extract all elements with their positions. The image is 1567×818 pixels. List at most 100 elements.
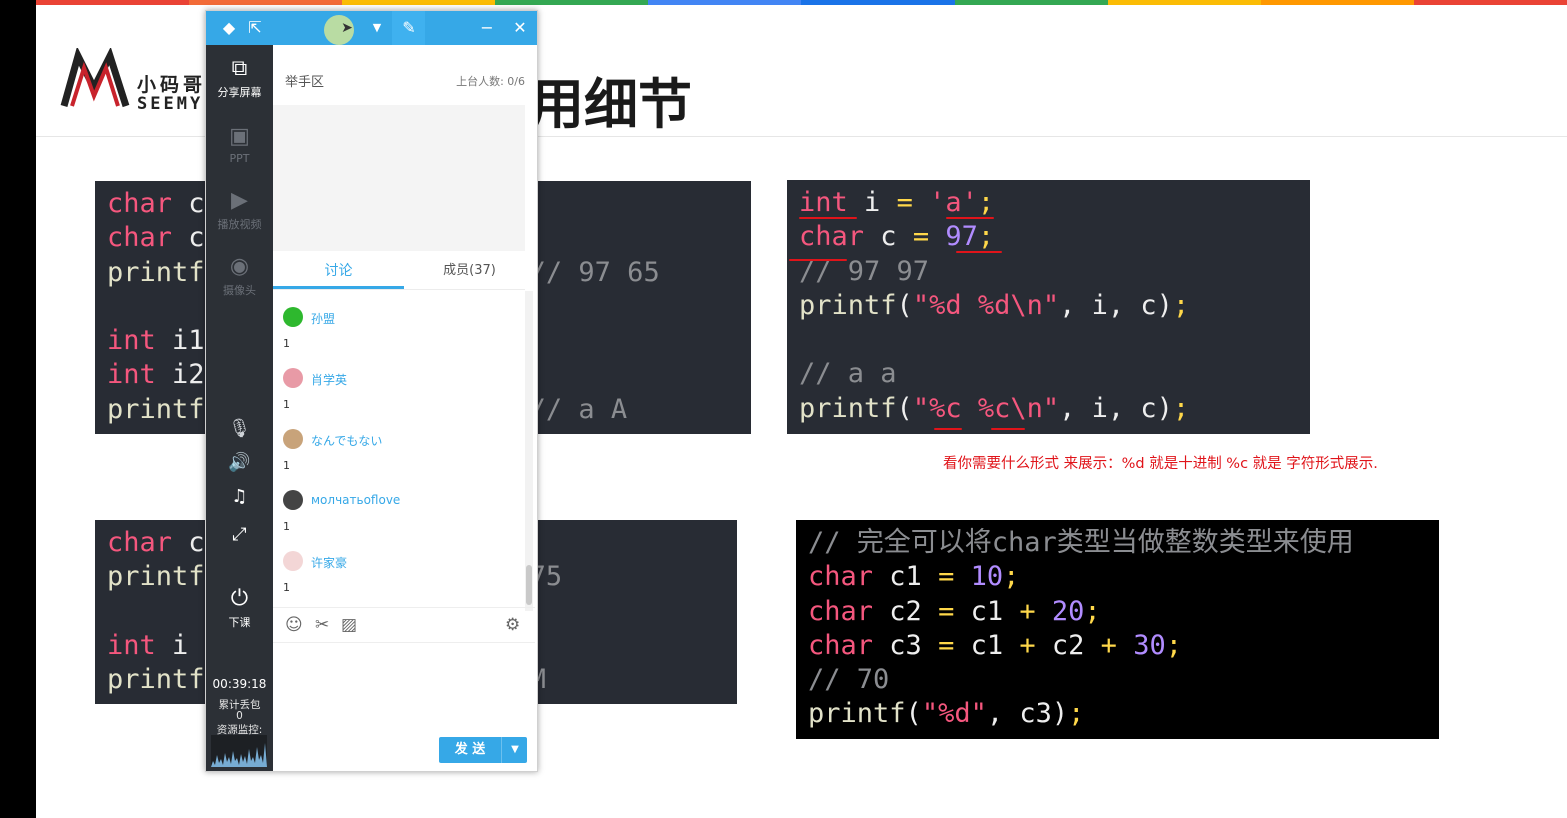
tab-discussion[interactable]: 讨论: [273, 253, 404, 289]
panel-titlebar[interactable]: ◆ ⇱ ➤ ▼ ✎ − ✕: [206, 11, 537, 45]
message-author[interactable]: молчатьoflove: [311, 493, 400, 507]
pin-icon[interactable]: ✎: [398, 18, 420, 38]
speaker-button[interactable]: 🔊: [206, 451, 273, 478]
code-token: i: [847, 187, 897, 218]
rainbow-segment: [801, 0, 955, 5]
input-toolbar: ☺ ✂ ▨ ⚙: [273, 607, 535, 643]
code-line: char c2 = c1 + 20;: [808, 595, 1427, 629]
code-token: c1: [954, 629, 1020, 661]
code-token: =: [896, 187, 913, 218]
send-options-dropdown[interactable]: ▼: [501, 737, 528, 763]
end-class-label: 下课: [228, 616, 251, 629]
code-line: char c1 = 10;: [808, 560, 1427, 594]
code-token: c: [172, 188, 205, 219]
annotation-underline: [946, 217, 994, 219]
avatar[interactable]: [283, 429, 303, 449]
rainbow-segment: [1260, 0, 1414, 5]
code-token: ;: [1172, 289, 1190, 321]
code-token: "%c %c\n": [912, 392, 1060, 424]
code-token: i2: [155, 359, 205, 391]
code-token: printf: [799, 392, 897, 424]
code-token: "%d": [921, 698, 987, 730]
rainbow-segment: [648, 0, 802, 5]
classroom-panel: ◆ ⇱ ➤ ▼ ✎ − ✕ ⧉ 分享屏幕 ▣ PPT ▶ 播放视频 ◉ 摄像头 …: [205, 10, 538, 772]
play-video-button[interactable]: ▶ 播放视频: [206, 189, 273, 232]
close-icon[interactable]: ✕: [509, 18, 531, 38]
code-token: 20: [1051, 595, 1085, 627]
code-block-top-right: int i = 'a'; char c = 97;// 97 97 printf("…: [787, 180, 1310, 434]
music-button[interactable]: ♫: [206, 485, 273, 512]
message-scrollbar-thumb[interactable]: [526, 565, 532, 605]
message-author[interactable]: 孙盟: [311, 310, 335, 327]
class-timer: 00:39:18: [212, 677, 267, 691]
send-button[interactable]: 发 送 ▼: [439, 737, 527, 763]
code-token: // 70: [808, 664, 890, 696]
share-icon[interactable]: ⇱: [244, 18, 266, 38]
scissors-icon[interactable]: ✂: [315, 615, 329, 635]
diamond-icon[interactable]: ◆: [218, 18, 240, 38]
code-token: 10: [970, 561, 1004, 593]
code-token: printf: [799, 289, 897, 321]
code-token: int: [107, 359, 156, 391]
rainbow-segment: [36, 0, 190, 5]
ppt-button[interactable]: ▣ PPT: [206, 125, 273, 166]
message-text: 1: [283, 337, 290, 350]
message-author[interactable]: なんでもない: [311, 432, 382, 449]
code-token: 'a': [929, 187, 978, 218]
minimize-icon[interactable]: −: [476, 18, 498, 38]
fullscreen-button[interactable]: ⤢: [206, 523, 273, 550]
dropdown-icon[interactable]: ▼: [366, 18, 388, 38]
code-line: // 70: [808, 663, 1427, 697]
rainbow-bar: [36, 0, 1567, 5]
end-class-button[interactable]: ⏻ 下课: [206, 587, 273, 630]
code-line: printf("%c %c\n", i, c);: [799, 392, 1298, 426]
camera-label: 摄像头: [223, 284, 256, 297]
panel-sidebar: ⧉ 分享屏幕 ▣ PPT ▶ 播放视频 ◉ 摄像头 🎙 🔊 ♫ ⤢ ⏻ 下课 0…: [206, 45, 273, 771]
logo-en: SEEMY: [137, 94, 204, 114]
code-token: ;: [977, 187, 995, 218]
microphone-button[interactable]: 🎙: [206, 417, 273, 444]
code-token: char: [808, 561, 874, 593]
avatar[interactable]: [283, 307, 303, 327]
message-author[interactable]: 肖学英: [311, 371, 347, 388]
share-screen-button[interactable]: ⧉ 分享屏幕: [206, 57, 273, 100]
emoji-icon[interactable]: ☺: [285, 615, 303, 635]
message-author[interactable]: 许家豪: [311, 554, 347, 571]
code-token: 30: [1133, 629, 1166, 661]
tab-members[interactable]: 成员(37): [404, 253, 535, 289]
avatar[interactable]: [283, 490, 303, 510]
code-token: "%d %d\n": [912, 289, 1060, 321]
send-label[interactable]: 发 送: [439, 737, 501, 763]
avatar[interactable]: [283, 551, 303, 571]
code-token: (: [896, 392, 913, 424]
gear-icon[interactable]: ⚙: [505, 615, 520, 635]
code-token: printf: [107, 393, 205, 425]
hand-raise-area: [273, 105, 525, 251]
annotation-underline: [799, 217, 857, 219]
code-token: i1: [155, 325, 205, 357]
code-token: c2: [873, 595, 939, 627]
camera-button[interactable]: ◉ 摄像头: [206, 255, 273, 298]
logo-cn: 小码哥: [137, 74, 207, 96]
code-token: printf: [808, 698, 906, 730]
message-text: 1: [283, 520, 290, 533]
code-token: (: [905, 698, 922, 730]
rainbow-segment: [189, 0, 343, 5]
code-token: , c3): [986, 698, 1069, 730]
code-token: ;: [977, 221, 995, 253]
code-token: char: [808, 595, 874, 627]
panel-content: 举手区 上台人数: 0/6 讨论 成员(37) 孙盟 1 肖学英 1 なんでもない 1 мо…: [273, 45, 537, 771]
code-token: c1: [873, 561, 939, 593]
code-token: int: [799, 187, 848, 218]
panel-tabs: 讨论 成员(37): [273, 253, 525, 290]
annotation-note: 看你需要什么形式 来展示：%d 就是十进制 %c 就是 字符形式展示.: [943, 456, 1378, 472]
message-input[interactable]: [273, 643, 535, 733]
code-token: c: [864, 221, 913, 253]
message-scrollbar[interactable]: [525, 291, 533, 611]
image-icon[interactable]: ▨: [341, 615, 357, 635]
avatar[interactable]: [283, 368, 303, 388]
code-token: char: [808, 629, 874, 661]
